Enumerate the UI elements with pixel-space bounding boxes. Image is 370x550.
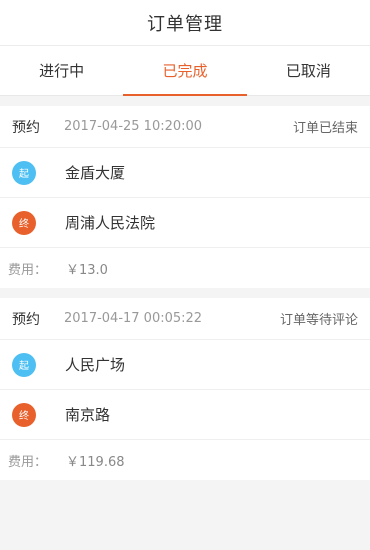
order-header-row: 预约 2017-04-25 10:20:00 订单已结束: [0, 106, 370, 148]
order-card[interactable]: 预约 2017-04-17 00:05:22 订单等待评论 起 人民广场 终 南…: [0, 298, 370, 480]
start-place: 人民广场: [65, 356, 126, 374]
fee-value: ￥13.0: [66, 262, 108, 278]
fee-row: 费用： ￥119.68: [0, 440, 370, 480]
order-type: 预约: [12, 311, 40, 328]
end-location-row: 终 南京路: [0, 390, 370, 440]
start-place: 金盾大厦: [65, 164, 126, 182]
order-time: 2017-04-25 10:20:00: [64, 119, 203, 134]
fee-label: 费用：: [8, 454, 48, 470]
order-card[interactable]: 预约 2017-04-25 10:20:00 订单已结束 起 金盾大厦 终 周浦…: [0, 106, 370, 288]
tab-in-progress[interactable]: 进行中: [0, 46, 123, 95]
end-place: 南京路: [65, 406, 111, 424]
order-time: 2017-04-17 00:05:22: [64, 311, 203, 326]
start-badge-icon: 起: [12, 160, 36, 185]
end-place: 周浦人民法院: [65, 214, 156, 232]
order-status: 订单等待评论: [279, 313, 358, 328]
order-type: 预约: [12, 119, 40, 136]
start-badge-icon: 起: [12, 352, 36, 377]
tab-cancelled[interactable]: 已取消: [247, 46, 370, 95]
start-location-row: 起 金盾大厦: [0, 148, 370, 198]
tab-completed[interactable]: 已完成: [123, 46, 247, 96]
fee-row: 费用： ￥13.0: [0, 248, 370, 288]
end-badge-icon: 终: [12, 210, 36, 235]
section-gap: [0, 96, 370, 106]
order-header-row: 预约 2017-04-17 00:05:22 订单等待评论: [0, 298, 370, 340]
fee-value: ￥119.68: [66, 454, 125, 470]
end-badge-icon: 终: [12, 402, 36, 427]
end-location-row: 终 周浦人民法院: [0, 198, 370, 248]
start-location-row: 起 人民广场: [0, 340, 370, 390]
nav-header: 订单管理: [0, 0, 370, 46]
page-title: 订单管理: [147, 13, 223, 35]
order-status: 订单已结束: [292, 121, 358, 136]
fee-label: 费用：: [8, 262, 48, 278]
tab-bar: 进行中 已完成 已取消: [0, 46, 370, 96]
